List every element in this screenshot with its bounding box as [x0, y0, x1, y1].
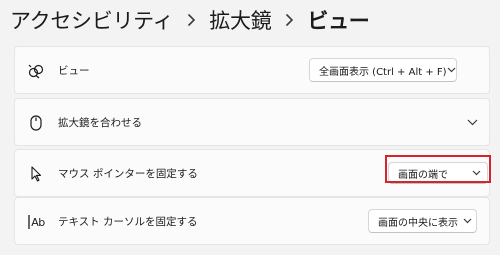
setting-label-view: ビュー [58, 64, 90, 77]
view-mode-value: 全画面表示 (Ctrl + Alt + F) [319, 66, 447, 78]
view-mode-dropdown[interactable]: 全画面表示 (Ctrl + Alt + F) [309, 58, 457, 82]
pointer-cursor-icon [27, 165, 45, 183]
setting-label-text-cursor: テキスト カーソルを固定する [58, 215, 198, 228]
text-cursor-dropdown[interactable]: 画面の中央に表示 [368, 209, 477, 233]
chevron-down-icon[interactable] [465, 116, 479, 128]
chevron-down-icon [465, 170, 487, 176]
setting-row-text-cursor: Ab テキスト カーソルを固定する 画面の中央に表示 [14, 197, 490, 245]
setting-row-view: ビュー 全画面表示 (Ctrl + Alt + F) [14, 46, 490, 94]
mouse-pointer-value: 画面の端で [398, 169, 448, 181]
setting-row-follow[interactable]: 拡大鏡を合わせる [14, 98, 490, 146]
breadcrumb-accessibility[interactable]: アクセシビリティ [10, 5, 174, 35]
setting-label-mouse-pointer: マウス ポインターを固定する [58, 167, 198, 180]
chevron-right-icon [277, 10, 301, 30]
magnifier-view-settings-page: アクセシビリティ 拡大鏡 ビュー ビュー 全画面表示 (Ctrl + Alt +… [0, 0, 500, 255]
breadcrumb-magnifier[interactable]: 拡大鏡 [209, 5, 271, 35]
view-glasses-icon [27, 62, 45, 80]
setting-row-mouse-pointer: マウス ポインターを固定する 画面の端で [14, 149, 491, 197]
chevron-right-icon [179, 10, 203, 30]
mouse-icon [27, 114, 45, 132]
text-cursor-icon-label: Ab [31, 215, 45, 229]
text-cursor-icon: Ab [25, 213, 47, 231]
setting-label-follow: 拡大鏡を合わせる [58, 116, 142, 129]
chevron-down-icon [447, 67, 456, 73]
text-cursor-value: 画面の中央に表示 [378, 217, 458, 229]
mouse-pointer-dropdown[interactable]: 画面の端で [388, 162, 488, 184]
chevron-down-icon [458, 218, 476, 224]
breadcrumb: アクセシビリティ 拡大鏡 ビュー [10, 4, 370, 36]
breadcrumb-view: ビュー [307, 9, 370, 33]
